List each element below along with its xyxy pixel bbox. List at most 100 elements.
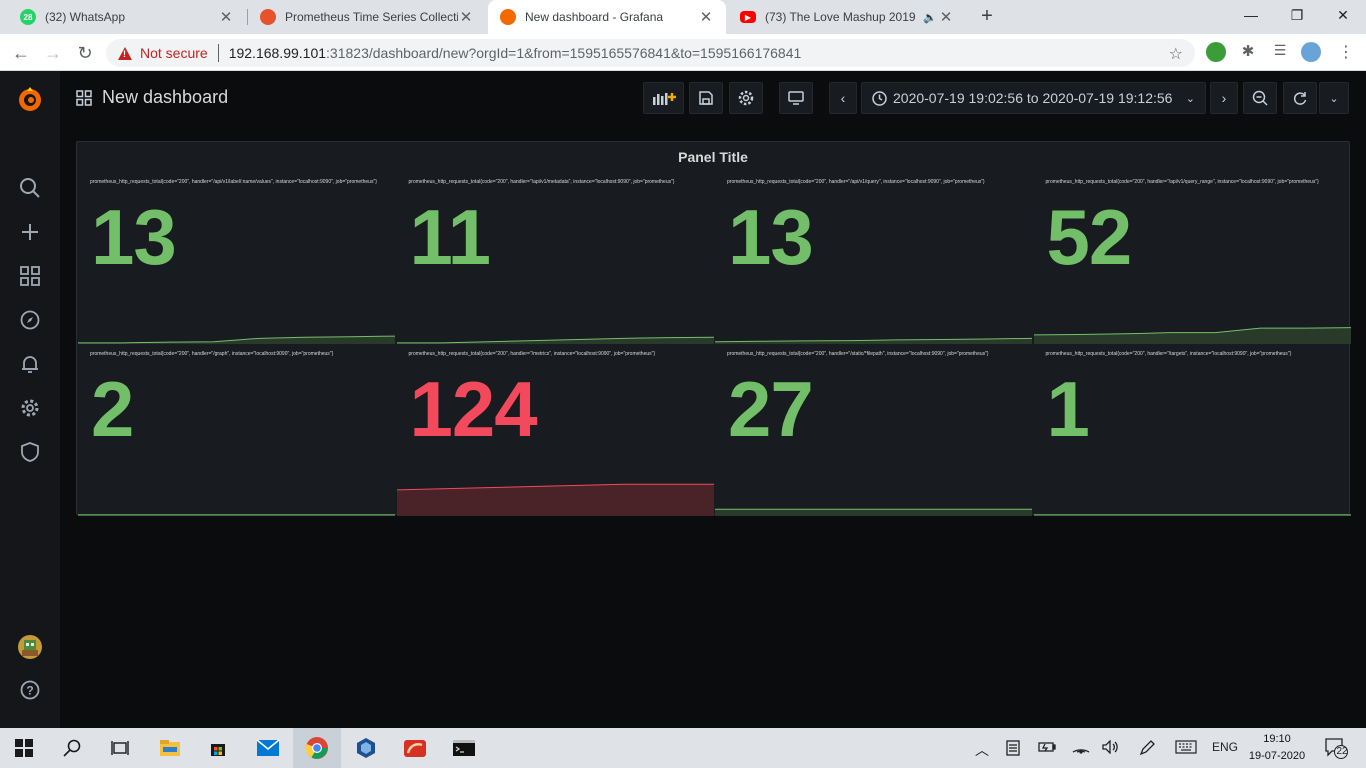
close-window-button[interactable]: ✕: [1320, 0, 1366, 30]
gear-icon: [738, 90, 754, 106]
windows-taskbar: ︿ ENG 19:10 19-07-2020 22: [0, 728, 1366, 768]
time-picker-button[interactable]: 2020-07-19 19:02:56 to 2020-07-19 19:12:…: [861, 82, 1206, 114]
security-label[interactable]: Not secure: [140, 45, 208, 61]
bookmark-star-icon[interactable]: ☆: [1169, 44, 1183, 64]
terminal-icon[interactable]: [440, 728, 488, 768]
stat-tile[interactable]: prometheus_http_requests_total{code="200…: [396, 172, 714, 344]
stat-tile[interactable]: prometheus_http_requests_total{code="200…: [1033, 172, 1351, 344]
new-tab-button[interactable]: +: [976, 5, 998, 27]
minimize-button[interactable]: —: [1228, 0, 1274, 30]
help-icon[interactable]: ?: [18, 678, 42, 702]
windows-start-icon[interactable]: [0, 728, 48, 768]
explore-icon[interactable]: [18, 308, 42, 332]
stat-label: prometheus_http_requests_total{code="200…: [90, 179, 377, 185]
tab-prometheus[interactable]: Prometheus Time Series Collecti ✕: [248, 0, 486, 34]
extensions-puzzle-icon[interactable]: ✱: [1238, 42, 1258, 62]
chevron-up-icon[interactable]: ︿: [975, 740, 989, 760]
stat-tile[interactable]: prometheus_http_requests_total{code="200…: [1033, 344, 1351, 516]
close-icon[interactable]: ✕: [698, 8, 714, 26]
app-icon[interactable]: [391, 728, 439, 768]
dashboard-title[interactable]: New dashboard: [102, 87, 228, 108]
tab-whatsapp[interactable]: 28 (32) WhatsApp ✕: [8, 0, 246, 34]
stat-sparkline: [396, 483, 714, 516]
stat-value: 1: [1046, 365, 1090, 453]
forward-icon[interactable]: →: [40, 40, 66, 66]
restore-button[interactable]: ❐: [1274, 0, 1320, 30]
keyboard-icon[interactable]: [1175, 740, 1197, 757]
notifications-icon[interactable]: 22: [1324, 737, 1348, 762]
search-icon[interactable]: [48, 728, 96, 768]
stat-label: prometheus_http_requests_total{code="200…: [1045, 351, 1292, 357]
dashboards-icon[interactable]: [18, 264, 42, 288]
stat-value: 11: [409, 193, 491, 281]
url-text[interactable]: 192.168.99.101:31823/dashboard/new?orgId…: [229, 45, 802, 61]
speaker-icon[interactable]: 🔈: [922, 11, 938, 24]
grafana-icon: [500, 9, 516, 25]
stat-label: prometheus_http_requests_total{code="200…: [727, 351, 989, 357]
time-shift-back-button[interactable]: ‹: [829, 82, 857, 114]
close-icon[interactable]: ✕: [938, 8, 954, 26]
tab-title: (73) The Love Mashup 2019: [765, 10, 916, 24]
profile-avatar-icon[interactable]: [1301, 42, 1321, 62]
close-icon[interactable]: ✕: [458, 8, 474, 26]
language-indicator[interactable]: ENG: [1212, 740, 1238, 754]
tab-youtube[interactable]: ▶ (73) The Love Mashup 2019 🔈 ✕: [728, 0, 966, 34]
wifi-icon[interactable]: [1072, 740, 1090, 757]
youtube-icon: ▶: [740, 11, 756, 23]
stat-label: prometheus_http_requests_total{code="200…: [90, 351, 334, 357]
add-panel-button[interactable]: [643, 82, 684, 114]
dashboard-grid-icon: [76, 90, 92, 106]
stat-tile[interactable]: prometheus_http_requests_total{code="200…: [78, 172, 395, 344]
shield-icon[interactable]: [18, 440, 42, 464]
refresh-interval-button[interactable]: ⌄: [1319, 82, 1349, 114]
media-control-icon[interactable]: ☰: [1270, 42, 1290, 62]
time-range-label: 2020-07-19 19:02:56 to 2020-07-19 19:12:…: [893, 90, 1173, 106]
task-view-icon[interactable]: [96, 728, 144, 768]
clock[interactable]: 19:10 19-07-2020: [1243, 731, 1311, 765]
save-dashboard-button[interactable]: [689, 82, 723, 114]
close-icon[interactable]: ✕: [218, 8, 234, 26]
cycle-view-mode-button[interactable]: [779, 82, 813, 114]
stat-tile[interactable]: prometheus_http_requests_total{code="200…: [78, 344, 395, 516]
stat-tile[interactable]: prometheus_http_requests_total{code="200…: [715, 344, 1032, 516]
network-adapter-icon[interactable]: [1006, 740, 1020, 759]
address-bar[interactable]: Not secure 192.168.99.101:31823/dashboar…: [106, 39, 1195, 67]
stat-tile[interactable]: prometheus_http_requests_total{code="200…: [396, 344, 714, 516]
add-panel-icon: [652, 93, 676, 105]
configuration-icon[interactable]: [18, 396, 42, 420]
battery-icon[interactable]: [1038, 740, 1056, 757]
alerting-icon[interactable]: [18, 352, 42, 376]
menu-kebab-icon[interactable]: ⋮: [1336, 42, 1356, 62]
back-icon[interactable]: ←: [8, 40, 34, 66]
user-avatar-icon[interactable]: [18, 635, 42, 659]
stat-sparkline: [396, 336, 714, 344]
time-shift-forward-button[interactable]: ›: [1210, 82, 1238, 114]
file-explorer-icon[interactable]: [146, 728, 194, 768]
search-icon[interactable]: [18, 176, 42, 200]
stat-label: prometheus_http_requests_total{code="200…: [727, 179, 985, 185]
stat-tile[interactable]: prometheus_http_requests_total{code="200…: [715, 172, 1032, 344]
chrome-icon[interactable]: [293, 728, 341, 768]
zoom-out-button[interactable]: [1243, 82, 1277, 114]
sparkline-area: [1033, 327, 1351, 344]
zoom-out-icon: [1252, 90, 1268, 106]
tab-title: (32) WhatsApp: [45, 10, 126, 24]
dashboard-settings-button[interactable]: [729, 82, 763, 114]
notification-count: 22: [1336, 746, 1348, 757]
refresh-button[interactable]: [1283, 82, 1317, 114]
grafana-logo-icon[interactable]: [16, 85, 44, 113]
stat-sparkline: [1033, 514, 1351, 516]
tab-grafana[interactable]: New dashboard - Grafana ✕: [488, 0, 726, 34]
divider: [217, 44, 219, 62]
pen-icon[interactable]: [1139, 740, 1155, 759]
plus-icon[interactable]: [18, 220, 42, 244]
stat-panel[interactable]: Panel Title prometheus_http_requests_tot…: [76, 141, 1351, 516]
panel-title[interactable]: Panel Title: [77, 149, 1349, 165]
volume-icon[interactable]: [1102, 739, 1120, 757]
mail-icon[interactable]: [244, 728, 292, 768]
reload-icon[interactable]: ↻: [72, 40, 98, 66]
virtualbox-icon[interactable]: [342, 728, 390, 768]
extension-globe-icon[interactable]: [1206, 42, 1226, 62]
stat-value: 13: [728, 193, 814, 281]
store-icon[interactable]: [194, 728, 242, 768]
